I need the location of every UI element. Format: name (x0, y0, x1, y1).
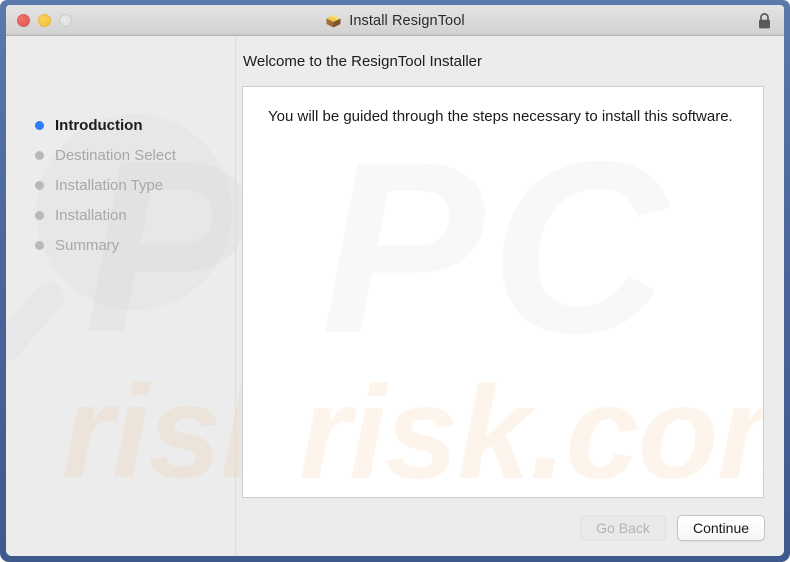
step-list: Introduction Destination Select Installa… (35, 110, 235, 260)
step-label: Installation (55, 206, 127, 224)
installer-main: Welcome to the ResignTool Installer PC r… (237, 36, 784, 556)
step-dot-icon (35, 150, 44, 160)
sidebar-item-summary[interactable]: Summary (35, 230, 235, 260)
package-box-icon (325, 13, 342, 29)
step-dot-icon (35, 210, 44, 220)
sidebar-item-installation-type[interactable]: Installation Type (35, 170, 235, 200)
step-dot-icon (35, 180, 44, 190)
installer-sidebar: Introduction Destination Select Installa… (6, 36, 236, 556)
installer-footer: Go Back Continue (237, 510, 784, 556)
content-panel: PC risk.com You will be guided through t… (242, 86, 764, 498)
step-dot-icon (35, 120, 44, 130)
lock-closed-icon (757, 12, 772, 30)
page-title: Welcome to the ResignTool Installer (243, 53, 483, 70)
window-controls (17, 14, 72, 27)
window-titlebar: Install ResignTool (6, 5, 784, 36)
step-label: Introduction (55, 116, 143, 134)
go-back-button: Go Back (580, 515, 666, 541)
welcome-text: You will be guided through the steps nec… (268, 108, 733, 125)
sidebar-item-installation[interactable]: Installation (35, 200, 235, 230)
window-title: Install ResignTool (349, 12, 465, 29)
minimize-button[interactable] (38, 14, 51, 27)
step-label: Installation Type (55, 176, 164, 194)
step-label: Summary (55, 236, 120, 254)
sidebar-item-destination-select[interactable]: Destination Select (35, 140, 235, 170)
continue-button[interactable]: Continue (677, 515, 765, 541)
installer-window: Install ResignTool PC risk.com (0, 0, 790, 562)
step-label: Destination Select (55, 146, 176, 164)
watermark-primary-text: PC (321, 110, 674, 384)
step-dot-icon (35, 240, 44, 250)
close-button[interactable] (17, 14, 30, 27)
watermark-secondary-text: risk.com (299, 359, 763, 498)
panel-watermark: PC risk.com (243, 87, 763, 498)
installer-body: PC risk.com Introduction Destination Sel… (6, 36, 784, 556)
window-inner: Install ResignTool PC risk.com (6, 5, 784, 556)
window-title-group: Install ResignTool (6, 5, 784, 36)
sidebar-item-introduction[interactable]: Introduction (35, 110, 235, 140)
zoom-button (59, 14, 72, 27)
